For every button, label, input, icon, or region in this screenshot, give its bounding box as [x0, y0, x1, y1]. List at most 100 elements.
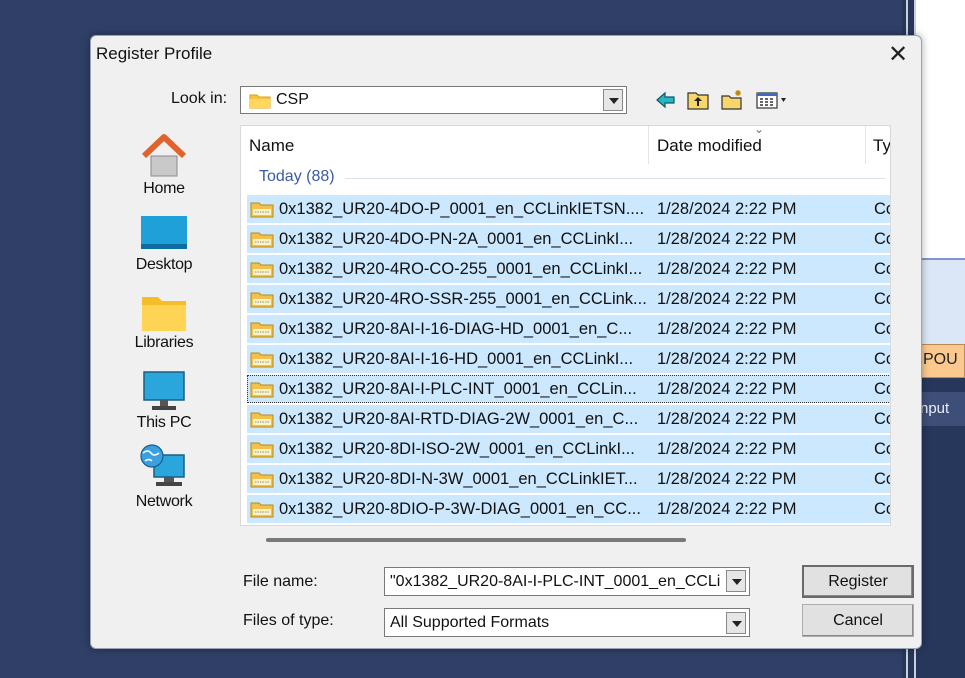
this-pc-icon [143, 371, 185, 410]
back-icon[interactable] [654, 89, 678, 111]
file-date-cell: 1/28/2024 2:22 PM [657, 350, 797, 368]
file-row[interactable]: 0x1382_UR20-8AI-I-16-DIAG-HD_0001_en_C..… [247, 315, 890, 343]
look-in-label: Look in: [171, 90, 228, 107]
file-type-cell: Co [874, 440, 890, 458]
column-separator[interactable] [865, 126, 866, 164]
register-button[interactable]: Register [802, 565, 914, 598]
file-row[interactable]: 0x1382_UR20-4DO-PN-2A_0001_en_CCLinkI...… [247, 225, 890, 253]
csp-file-icon [250, 442, 274, 458]
file-type-cell: Co [874, 350, 890, 368]
file-date-cell: 1/28/2024 2:22 PM [657, 500, 797, 518]
file-name-dropdown-arrow[interactable] [726, 570, 746, 592]
place-label: Network [135, 493, 193, 510]
file-name-cell: 0x1382_UR20-4RO-CO-255_0001_en_CCLinkI..… [279, 260, 643, 278]
csp-file-icon [250, 292, 274, 308]
csp-file-icon [250, 502, 274, 518]
file-name-cell: 0x1382_UR20-8AI-I-PLC-INT_0001_en_CCLin.… [279, 380, 637, 398]
column-header-name[interactable]: Name [249, 136, 294, 156]
file-type-cell: Co [874, 470, 890, 488]
column-header-date[interactable]: Date modified [657, 136, 762, 156]
column-header-type[interactable]: Ty [873, 136, 890, 156]
sort-chevron-icon: ⌄ [754, 125, 765, 136]
file-row[interactable]: 0x1382_UR20-8AI-I-16-HD_0001_en_CCLinkI.… [247, 345, 890, 373]
file-date-cell: 1/28/2024 2:22 PM [657, 470, 797, 488]
cancel-button[interactable]: Cancel [802, 604, 914, 637]
up-one-level-icon[interactable] [686, 89, 710, 111]
background-pou-tab: POU [916, 344, 965, 378]
place-label: Libraries [134, 334, 194, 351]
file-type-cell: Co [874, 260, 890, 278]
file-name-cell: 0x1382_UR20-4DO-P_0001_en_CCLinkIETSN...… [279, 200, 645, 218]
file-date-cell: 1/28/2024 2:22 PM [657, 320, 797, 338]
file-type-cell: Co [874, 200, 890, 218]
list-header: Name Date modified ⌄ Ty [241, 125, 890, 164]
csp-file-icon [250, 412, 274, 428]
file-date-cell: 1/28/2024 2:22 PM [657, 230, 797, 248]
file-row[interactable]: 0x1382_UR20-4DO-P_0001_en_CCLinkIETSN...… [247, 195, 890, 223]
place-libraries[interactable]: Libraries [124, 294, 204, 352]
csp-file-icon [250, 262, 274, 278]
file-name-cell: 0x1382_UR20-4RO-SSR-255_0001_en_CCLink..… [279, 290, 647, 308]
home-icon [141, 134, 187, 177]
file-type-cell: Co [874, 230, 890, 248]
place-home[interactable]: Home [124, 132, 204, 198]
look-in-dropdown-arrow[interactable] [603, 89, 623, 111]
file-type-select[interactable]: All Supported Formats [384, 608, 750, 637]
background-input-label: nput [916, 392, 965, 426]
place-label: Home [143, 180, 185, 197]
place-label: Desktop [135, 256, 193, 273]
register-profile-dialog: Register Profile ✕ Look in: CSP Home Des… [90, 35, 922, 649]
column-separator[interactable] [648, 126, 649, 164]
file-row[interactable]: 0x1382_UR20-8AI-I-PLC-INT_0001_en_CCLin.… [247, 375, 890, 403]
file-type-cell: Co [874, 500, 890, 518]
background-light-panel [916, 258, 965, 344]
new-folder-icon[interactable] [720, 89, 744, 111]
csp-file-icon [250, 232, 274, 248]
file-row[interactable]: 0x1382_UR20-4RO-SSR-255_0001_en_CCLink..… [247, 285, 890, 313]
file-name-value[interactable]: "0x1382_UR20-8AI-I-PLC-INT_0001_en_CCLin [390, 573, 720, 591]
file-row[interactable]: 0x1382_UR20-8DI-N-3W_0001_en_CCLinkIET..… [247, 465, 890, 493]
file-row[interactable]: 0x1382_UR20-4RO-CO-255_0001_en_CCLinkI..… [247, 255, 890, 283]
file-date-cell: 1/28/2024 2:22 PM [657, 410, 797, 428]
file-date-cell: 1/28/2024 2:22 PM [657, 260, 797, 278]
csp-file-icon [250, 352, 274, 368]
file-name-label: File name: [243, 573, 318, 590]
file-list[interactable]: Name Date modified ⌄ Ty Today (88) 0x138… [240, 125, 891, 526]
file-row[interactable]: 0x1382_UR20-8DI-ISO-2W_0001_en_CCLinkI..… [247, 435, 890, 463]
file-type-dropdown-arrow[interactable] [726, 612, 746, 634]
desktop-icon [141, 216, 187, 249]
file-date-cell: 1/28/2024 2:22 PM [657, 200, 797, 218]
file-date-cell: 1/28/2024 2:22 PM [657, 290, 797, 308]
file-name-combobox[interactable]: "0x1382_UR20-8AI-I-PLC-INT_0001_en_CCLin [384, 567, 750, 596]
place-this-pc[interactable]: This PC [124, 370, 204, 432]
file-type-label: Files of type: [243, 612, 334, 629]
file-date-cell: 1/28/2024 2:22 PM [657, 380, 797, 398]
file-name-cell: 0x1382_UR20-8AI-I-16-DIAG-HD_0001_en_C..… [279, 320, 633, 338]
file-type-cell: Co [874, 410, 890, 428]
csp-file-icon [250, 202, 274, 218]
file-type-cell: Co [874, 320, 890, 338]
file-row[interactable]: 0x1382_UR20-8DIO-P-3W-DIAG_0001_en_CC...… [247, 495, 890, 523]
horizontal-scrollbar[interactable] [266, 538, 686, 542]
libraries-icon [142, 297, 186, 331]
place-desktop[interactable]: Desktop [124, 214, 204, 274]
file-name-cell: 0x1382_UR20-8AI-I-16-HD_0001_en_CCLinkI.… [279, 350, 634, 368]
csp-file-icon [250, 322, 274, 338]
csp-file-icon [250, 382, 274, 398]
view-menu-icon[interactable] [755, 89, 791, 111]
file-type-cell: Co [874, 380, 890, 398]
group-header-today[interactable]: Today (88) [259, 168, 335, 186]
folder-icon [249, 94, 271, 109]
background-white-area [916, 0, 965, 258]
file-type-value: All Supported Formats [390, 614, 550, 631]
file-row[interactable]: 0x1382_UR20-8AI-RTD-DIAG-2W_0001_en_C...… [247, 405, 890, 433]
file-date-cell: 1/28/2024 2:22 PM [657, 440, 797, 458]
close-button[interactable]: ✕ [887, 40, 909, 69]
look-in-dropdown[interactable]: CSP [240, 86, 627, 114]
file-name-cell: 0x1382_UR20-8DIO-P-3W-DIAG_0001_en_CC... [279, 500, 641, 518]
place-network[interactable]: Network [124, 443, 204, 511]
file-type-cell: Co [874, 290, 890, 308]
file-name-cell: 0x1382_UR20-4DO-PN-2A_0001_en_CCLinkI... [279, 230, 634, 248]
file-name-cell: 0x1382_UR20-8DI-ISO-2W_0001_en_CCLinkI..… [279, 440, 635, 458]
group-divider [345, 178, 885, 179]
